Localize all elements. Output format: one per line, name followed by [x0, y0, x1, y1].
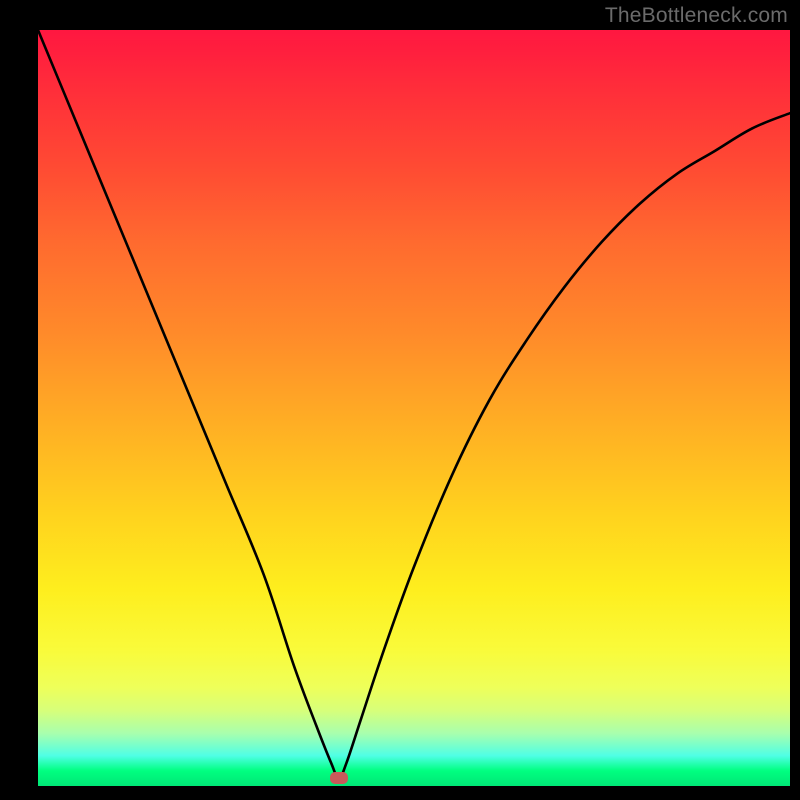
curve-path: [38, 30, 790, 778]
watermark-text: TheBottleneck.com: [605, 4, 788, 28]
minimum-marker: [330, 772, 348, 784]
plot-area: [38, 30, 790, 786]
bottleneck-curve: [38, 30, 790, 786]
